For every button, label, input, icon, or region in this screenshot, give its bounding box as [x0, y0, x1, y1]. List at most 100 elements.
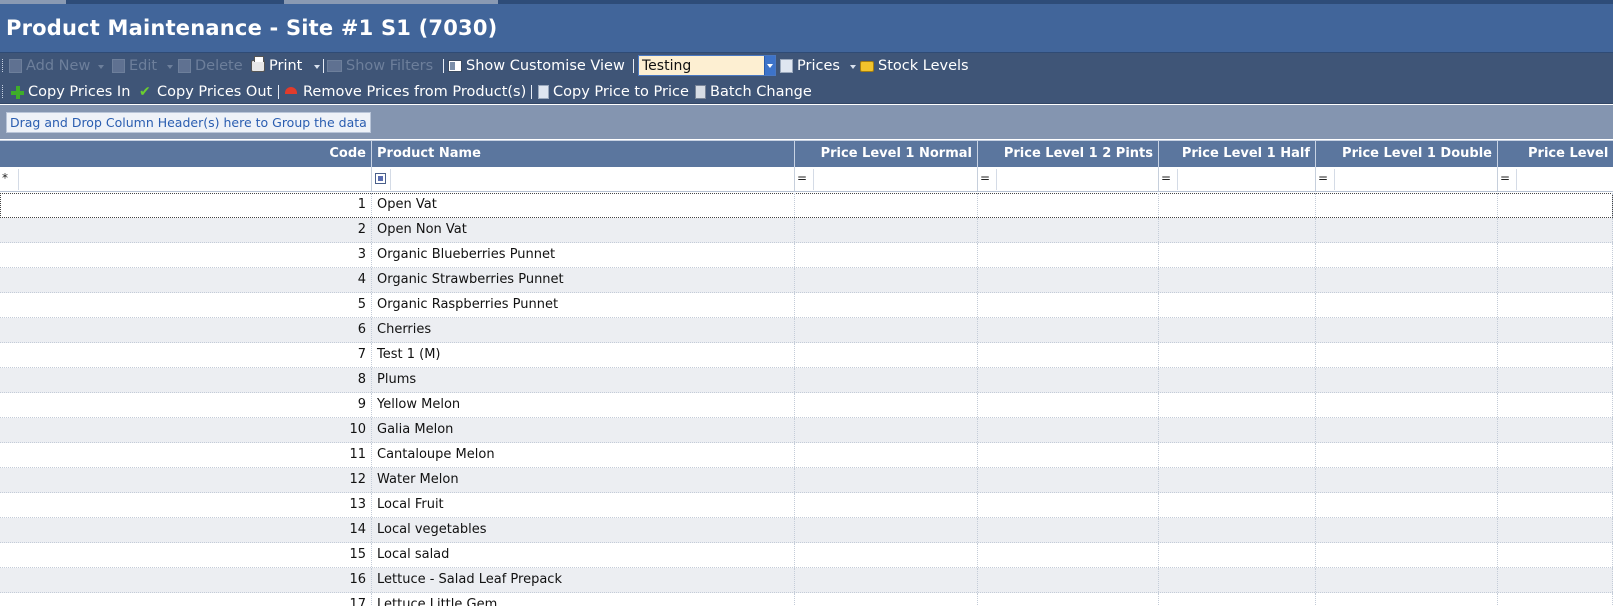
dropdown-arrow-icon[interactable]: [764, 56, 775, 75]
filter-cell-price-level-1-double[interactable]: =: [1316, 168, 1498, 191]
cell-price-level[interactable]: [1498, 268, 1613, 292]
cell-price-level-1-double[interactable]: [1316, 318, 1498, 342]
cell-product-name[interactable]: Water Melon: [372, 468, 795, 492]
table-row[interactable]: 9 Yellow Melon: [0, 393, 1613, 418]
print-button[interactable]: Print: [251, 56, 321, 75]
copy-prices-in-button[interactable]: Copy Prices In: [11, 83, 130, 101]
cell-price-level-1-2-pints[interactable]: [978, 543, 1159, 567]
cell-price-level-1-2-pints[interactable]: [978, 243, 1159, 267]
cell-product-name[interactable]: Organic Strawberries Punnet: [372, 268, 795, 292]
cell-price-level-1-normal[interactable]: [795, 493, 978, 517]
table-row[interactable]: 2 Open Non Vat: [0, 218, 1613, 243]
delete-button[interactable]: Delete: [178, 57, 243, 75]
filter-cell-price-level-1-half[interactable]: =: [1159, 168, 1316, 191]
cell-price-level-1-normal[interactable]: [795, 418, 978, 442]
cell-price-level-1-double[interactable]: [1316, 218, 1498, 242]
cell-price-level-1-2-pints[interactable]: [978, 393, 1159, 417]
filter-operator[interactable]: =: [1500, 171, 1510, 185]
cell-price-level-1-2-pints[interactable]: [978, 343, 1159, 367]
filter-cell-product-name[interactable]: [372, 168, 795, 191]
cell-product-name[interactable]: Test 1 (M): [372, 343, 795, 367]
cell-price-level-1-double[interactable]: [1316, 268, 1498, 292]
table-row[interactable]: 4 Organic Strawberries Punnet: [0, 268, 1613, 293]
cell-price-level-1-2-pints[interactable]: [978, 218, 1159, 242]
cell-price-level-1-half[interactable]: [1159, 543, 1316, 567]
cell-price-level-1-normal[interactable]: [795, 468, 978, 492]
table-row[interactable]: 6 Cherries: [0, 318, 1613, 343]
cell-price-level-1-2-pints[interactable]: [978, 318, 1159, 342]
cell-code[interactable]: 10: [0, 418, 372, 442]
remove-prices-button[interactable]: Remove Prices from Product(s): [285, 83, 526, 101]
cell-price-level-1-half[interactable]: [1159, 243, 1316, 267]
cell-price-level-1-half[interactable]: [1159, 293, 1316, 317]
cell-price-level[interactable]: [1498, 418, 1613, 442]
cell-price-level-1-2-pints[interactable]: [978, 568, 1159, 592]
cell-code[interactable]: 13: [0, 493, 372, 517]
cell-price-level-1-double[interactable]: [1316, 568, 1498, 592]
filter-input[interactable]: [813, 169, 976, 190]
cell-product-name[interactable]: Plums: [372, 368, 795, 392]
table-row[interactable]: 12 Water Melon: [0, 468, 1613, 493]
filter-operator[interactable]: =: [1161, 171, 1171, 185]
cell-price-level-1-double[interactable]: [1316, 493, 1498, 517]
cell-price-level-1-normal[interactable]: [795, 543, 978, 567]
cell-product-name[interactable]: Organic Blueberries Punnet: [372, 243, 795, 267]
cell-product-name[interactable]: Local Fruit: [372, 493, 795, 517]
cell-price-level-1-normal[interactable]: [795, 393, 978, 417]
cell-price-level-1-normal[interactable]: [795, 268, 978, 292]
cell-price-level-1-double[interactable]: [1316, 243, 1498, 267]
cell-code[interactable]: 11: [0, 443, 372, 467]
cell-price-level[interactable]: [1498, 593, 1613, 606]
filter-input[interactable]: [1177, 169, 1314, 190]
cell-price-level[interactable]: [1498, 293, 1613, 317]
cell-price-level-1-2-pints[interactable]: [978, 418, 1159, 442]
cell-price-level-1-half[interactable]: [1159, 593, 1316, 606]
column-header-price-level[interactable]: Price Level: [1498, 141, 1613, 168]
cell-price-level-1-normal[interactable]: [795, 593, 978, 606]
cell-price-level-1-half[interactable]: [1159, 418, 1316, 442]
cell-price-level-1-double[interactable]: [1316, 193, 1498, 217]
cell-price-level-1-2-pints[interactable]: [978, 518, 1159, 542]
cell-price-level-1-double[interactable]: [1316, 418, 1498, 442]
cell-price-level[interactable]: [1498, 318, 1613, 342]
cell-price-level-1-half[interactable]: [1159, 193, 1316, 217]
cell-price-level-1-half[interactable]: [1159, 218, 1316, 242]
chevron-down-icon[interactable]: [314, 65, 321, 69]
cell-price-level-1-2-pints[interactable]: [978, 293, 1159, 317]
cell-price-level-1-double[interactable]: [1316, 593, 1498, 606]
cell-price-level-1-2-pints[interactable]: [978, 593, 1159, 606]
column-header-price-level-1-half[interactable]: Price Level 1 Half: [1159, 141, 1316, 168]
cell-price-level[interactable]: [1498, 468, 1613, 492]
cell-price-level-1-double[interactable]: [1316, 443, 1498, 467]
filter-operator-icon[interactable]: [375, 173, 386, 184]
cell-code[interactable]: 9: [0, 393, 372, 417]
cell-price-level[interactable]: [1498, 393, 1613, 417]
chevron-down-icon[interactable]: [98, 65, 105, 69]
copy-prices-out-button[interactable]: Copy Prices Out: [139, 83, 272, 101]
cell-price-level-1-2-pints[interactable]: [978, 368, 1159, 392]
filter-operator[interactable]: =: [797, 171, 807, 185]
cell-code[interactable]: 14: [0, 518, 372, 542]
cell-product-name[interactable]: Galia Melon: [372, 418, 795, 442]
chevron-down-icon[interactable]: [167, 65, 174, 69]
table-row[interactable]: 1 Open Vat: [0, 193, 1613, 218]
cell-product-name[interactable]: Cantaloupe Melon: [372, 443, 795, 467]
cell-price-level-1-double[interactable]: [1316, 293, 1498, 317]
cell-code[interactable]: 5: [0, 293, 372, 317]
cell-price-level-1-half[interactable]: [1159, 318, 1316, 342]
cell-price-level-1-double[interactable]: [1316, 343, 1498, 367]
column-header-price-level-1-normal[interactable]: Price Level 1 Normal: [795, 141, 978, 168]
cell-code[interactable]: 15: [0, 543, 372, 567]
filter-cell-price-level[interactable]: =: [1498, 168, 1613, 191]
cell-price-level-1-2-pints[interactable]: [978, 468, 1159, 492]
cell-price-level-1-normal[interactable]: [795, 568, 978, 592]
table-row[interactable]: 7 Test 1 (M): [0, 343, 1613, 368]
table-row[interactable]: 14 Local vegetables: [0, 518, 1613, 543]
show-customise-view-button[interactable]: Show Customise View: [448, 57, 625, 75]
column-header-product-name[interactable]: Product Name: [372, 141, 795, 168]
cell-price-level-1-double[interactable]: [1316, 393, 1498, 417]
toolbar-grip[interactable]: [2, 59, 5, 72]
cell-code[interactable]: 2: [0, 218, 372, 242]
cell-product-name[interactable]: Open Non Vat: [372, 218, 795, 242]
table-row[interactable]: 10 Galia Melon: [0, 418, 1613, 443]
